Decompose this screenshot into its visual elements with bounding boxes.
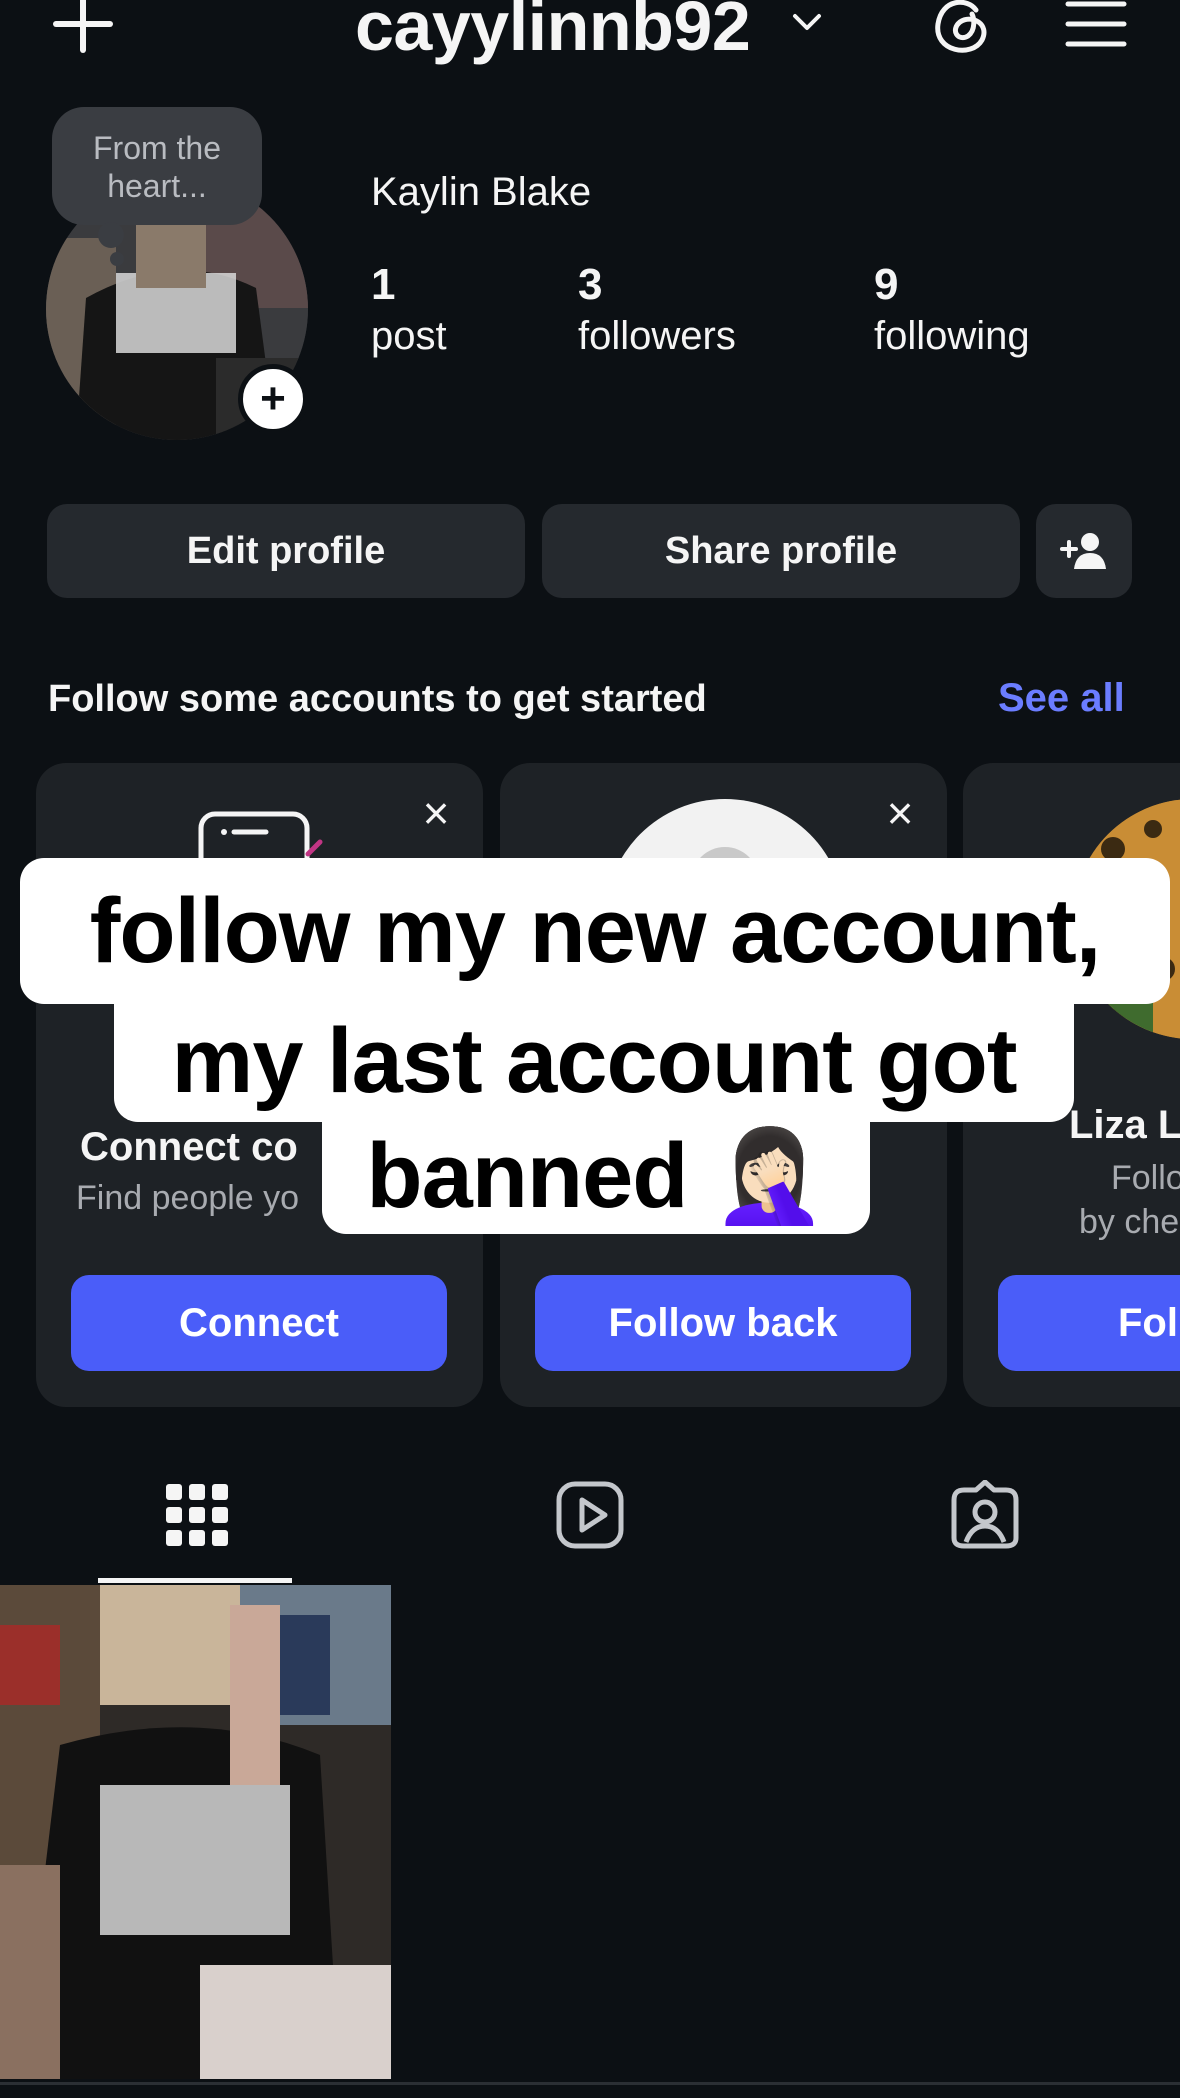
share-profile-button[interactable]: Share profile [542, 504, 1020, 598]
home-indicator-divider [0, 2082, 1180, 2085]
suggestions-heading: Follow some accounts to get started [48, 678, 707, 720]
post-thumbnail[interactable] [0, 1585, 391, 2079]
caption-line-1: follow my new account, [20, 858, 1170, 1004]
suggestion-card-subtitle: Follo [1111, 1159, 1180, 1197]
tagged-tab-icon[interactable] [950, 1480, 1020, 1550]
suggestion-card-subtitle-line2: by che [1079, 1203, 1180, 1241]
stat-following-count: 9 [874, 260, 899, 309]
threads-icon[interactable] [932, 0, 992, 56]
stat-following[interactable]: 9 following [874, 258, 1030, 360]
add-person-icon [1060, 533, 1106, 569]
note-bubble-tail-small [110, 252, 124, 266]
reels-tab-icon[interactable] [555, 1480, 625, 1550]
caption-line-2: my last account got [114, 1000, 1074, 1122]
display-name: Kaylin Blake [371, 170, 592, 214]
close-icon[interactable]: × [880, 790, 920, 836]
stat-followers[interactable]: 3 followers [578, 258, 736, 360]
see-all-link[interactable]: See all [998, 676, 1125, 721]
suggestion-card-subtitle: Find people yo [76, 1179, 300, 1217]
stat-posts-count: 1 [371, 260, 396, 309]
follow-back-button[interactable]: Follow back [535, 1275, 911, 1371]
edit-profile-button[interactable]: Edit profile [47, 504, 525, 598]
menu-icon[interactable] [1064, 0, 1128, 48]
stat-following-label: following [874, 314, 1030, 358]
connect-button[interactable]: Connect [71, 1275, 447, 1371]
active-tab-indicator [98, 1578, 292, 1583]
create-plus-icon[interactable] [52, 0, 114, 54]
add-story-button[interactable]: + [238, 364, 308, 434]
profile-username[interactable]: cayylinnb92 [355, 0, 751, 66]
suggestion-card-title: Connect co [80, 1125, 298, 1169]
stat-posts[interactable]: 1 post [371, 258, 447, 360]
profile-note[interactable]: From the heart... [52, 107, 262, 225]
discover-people-button[interactable] [1036, 504, 1132, 598]
chevron-down-icon[interactable] [790, 10, 824, 36]
stat-followers-count: 3 [578, 260, 603, 309]
follow-button[interactable]: Fol [998, 1275, 1180, 1371]
note-bubble-tail [98, 222, 124, 248]
grid-tab-icon[interactable] [162, 1480, 232, 1550]
top-bar: cayylinnb92 [0, 0, 1180, 80]
stat-followers-label: followers [578, 314, 736, 358]
suggestion-card-title: Liza L [1069, 1103, 1180, 1147]
caption-line-3: banned 🤦🏻‍♀️ [322, 1118, 870, 1234]
stat-posts-label: post [371, 314, 447, 358]
close-icon[interactable]: × [416, 790, 456, 836]
